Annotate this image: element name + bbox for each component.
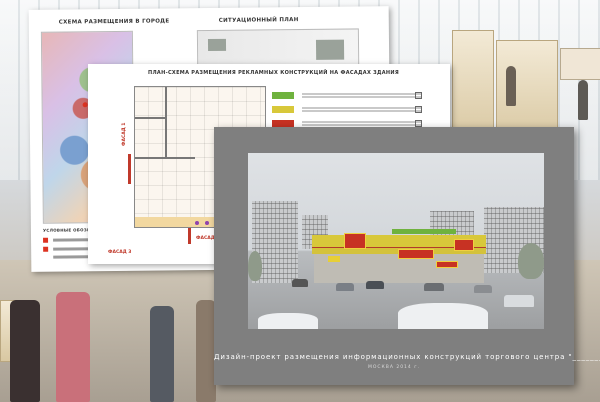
store-small-sign [328,256,340,262]
plan-block [207,38,227,52]
checkbox-icon [415,120,422,127]
mall-shopfront [452,30,494,142]
tree [518,243,544,279]
shopper-figure [578,80,588,120]
shopper-figure [196,300,216,402]
parked-car [504,295,534,307]
sign-spec-row [268,104,428,116]
legend-marker-icon [43,246,49,252]
plan-wall [165,87,167,157]
shopper-figure [506,66,516,106]
store-name-sign [454,239,474,251]
facade-arrow-icon [188,228,191,244]
snow-pile [398,303,488,329]
checkbox-icon [415,106,422,113]
store-logo-sign [344,233,366,249]
sign-spec-row [268,90,428,102]
plan-wall [135,117,165,119]
presentation-slide: Дизайн-проект размещения информационных … [214,127,600,385]
parked-car [366,281,384,289]
shopper-figure [10,300,40,402]
parked-car [292,279,308,287]
snow-pile [258,313,318,329]
sign-spec-text [302,107,422,109]
parked-car [336,283,354,291]
mall-store-sign [560,48,600,80]
facade-arrow-icon [128,154,131,184]
situation-plan-title: СИТУАЦИОННЫЙ ПЛАН [218,17,299,24]
sign-marker-icon [205,221,209,225]
store-entrance-sign [436,261,458,268]
store-name-sign [398,249,434,259]
legend-marker-icon [43,237,49,243]
sign-marker-icon [195,221,199,225]
parked-car [424,283,444,291]
location-marker-icon [82,102,88,108]
checkbox-icon [415,92,422,99]
facade-3-label: ФАСАД 3 [108,250,132,255]
shopper-figure [150,306,174,402]
sign-swatch [272,106,294,113]
mall-building-photo [248,153,544,329]
tree [248,251,262,281]
plan-block [315,39,345,60]
plan-wall [135,157,195,159]
sign-spec-text [302,93,422,95]
sign-swatch [272,92,294,99]
slide-caption: Дизайн-проект размещения информационных … [214,353,600,361]
city-scheme-title: СХЕМА РАЗМЕЩЕНИЯ В ГОРОДЕ [58,18,170,26]
shopper-figure [56,292,90,402]
parked-car [474,285,492,293]
facade-1-label: ФАСАД 1 [122,122,127,146]
facade-plan-title: ПЛАН-СХЕМА РАЗМЕЩЕНИЯ РЕКЛАМНЫХ КОНСТРУК… [148,70,400,76]
green-roof-sign [392,229,456,234]
sign-spec-text [302,121,422,123]
sign-swatch [272,120,294,127]
slide-subcaption: МОСКВА 2014 г. [367,365,421,370]
